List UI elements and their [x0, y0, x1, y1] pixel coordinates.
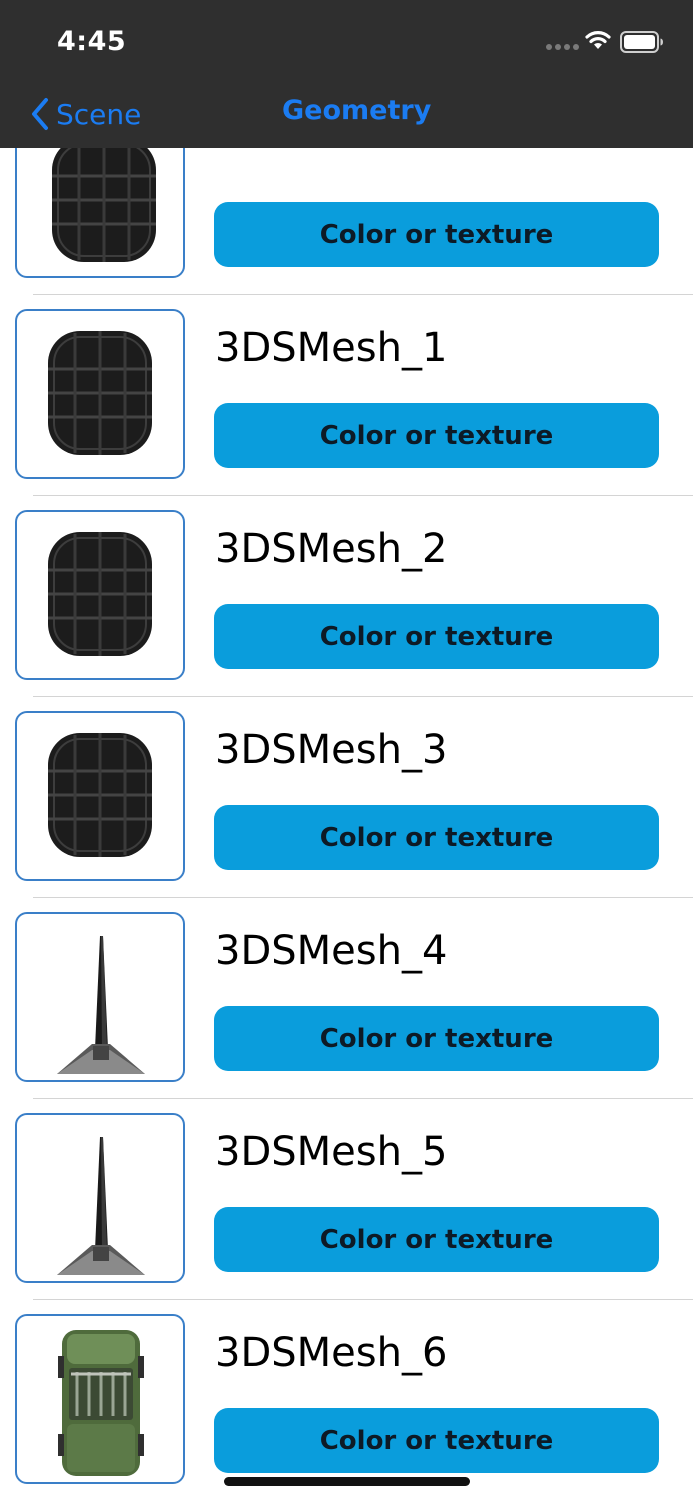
- color-or-texture-button[interactable]: Color or texture: [214, 1006, 659, 1071]
- mesh-name: 3DSMesh_5: [215, 1129, 448, 1175]
- mesh-thumbnail: [15, 711, 185, 881]
- list-item: 3DSMesh_4 Color or texture: [0, 898, 693, 1099]
- home-indicator[interactable]: [224, 1477, 470, 1486]
- mesh-name: 3DSMesh_4: [215, 928, 448, 974]
- color-or-texture-button[interactable]: Color or texture: [214, 604, 659, 669]
- mesh-thumbnail: [15, 148, 185, 278]
- spire-mesh-icon: [57, 936, 145, 1074]
- list-item: 3DSMesh_2 Color or texture: [0, 496, 693, 697]
- color-or-texture-button[interactable]: Color or texture: [214, 1408, 659, 1473]
- page-title: Geometry: [282, 95, 432, 126]
- status-time: 4:45: [57, 26, 127, 57]
- color-or-texture-button[interactable]: Color or texture: [214, 403, 659, 468]
- cellular-signal-icon: [546, 44, 582, 50]
- navigation-bar: Scene Geometry: [0, 80, 693, 148]
- chevron-left-icon: [32, 98, 48, 130]
- color-or-texture-button[interactable]: Color or texture: [214, 1207, 659, 1272]
- tire-mesh-icon: [48, 532, 152, 656]
- list-item: 3DSMesh_1 Color or texture: [0, 295, 693, 496]
- mesh-name: 3DSMesh_1: [215, 325, 448, 371]
- car-mesh-icon: [58, 1330, 144, 1476]
- back-button[interactable]: Scene: [30, 94, 141, 134]
- color-or-texture-button[interactable]: Color or texture: [214, 202, 659, 267]
- back-button-label: Scene: [56, 97, 142, 131]
- mesh-thumbnail: [15, 1314, 185, 1484]
- list-item: 3DSMesh_5 Color or texture: [0, 1099, 693, 1300]
- tire-mesh-icon: [52, 148, 156, 262]
- mesh-thumbnail: [15, 912, 185, 1082]
- list-item: 3DSMesh_3 Color or texture: [0, 697, 693, 898]
- mesh-thumbnail: [15, 510, 185, 680]
- status-bar: 4:45: [0, 0, 693, 80]
- list-item: Color or texture: [0, 148, 693, 295]
- list-item: 3DSMesh_6 Color or texture: [0, 1300, 693, 1500]
- battery-icon: [620, 31, 663, 53]
- mesh-thumbnail: [15, 309, 185, 479]
- tire-mesh-icon: [48, 733, 152, 857]
- mesh-thumbnail: [15, 1113, 185, 1283]
- geometry-list-content: Color or texture 3DSMesh_1 Color or text…: [0, 148, 693, 1500]
- color-or-texture-button[interactable]: Color or texture: [214, 805, 659, 870]
- mesh-name: 3DSMesh_6: [215, 1330, 448, 1376]
- wifi-icon: [585, 31, 611, 49]
- tire-mesh-icon: [48, 331, 152, 455]
- mesh-name: 3DSMesh_3: [215, 727, 448, 773]
- spire-mesh-icon: [57, 1137, 145, 1275]
- geometry-list[interactable]: Color or texture 3DSMesh_1 Color or text…: [0, 148, 693, 1500]
- mesh-name: 3DSMesh_2: [215, 526, 448, 572]
